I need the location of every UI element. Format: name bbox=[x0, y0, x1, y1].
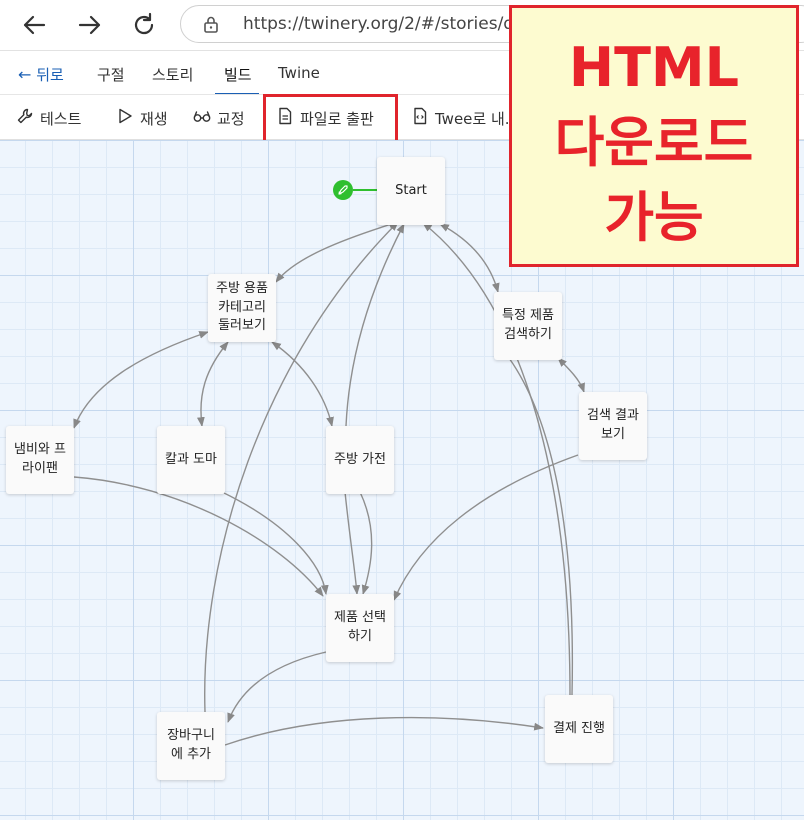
tab-story[interactable]: 스토리 bbox=[152, 64, 193, 85]
passage-title-line: 제품 선택 bbox=[334, 610, 386, 626]
passage-title: 결제 진행 bbox=[553, 720, 605, 736]
lock-icon bbox=[201, 14, 221, 34]
back-label: 뒤로 bbox=[36, 66, 64, 84]
passage-title-line: 둘러보기 bbox=[218, 318, 266, 334]
passage-title-line: 특정 제품 bbox=[502, 308, 554, 324]
back-arrow-icon[interactable] bbox=[18, 9, 50, 41]
annotation-callout: HTML 다운로드 가능 bbox=[509, 5, 799, 267]
reload-icon[interactable] bbox=[128, 9, 160, 41]
passage-title-line: 검색하기 bbox=[504, 327, 552, 342]
proof-button[interactable]: 교정 bbox=[193, 107, 245, 129]
play-button[interactable]: 재생 bbox=[116, 107, 168, 129]
passage-title-line: 주방 용품 bbox=[216, 280, 268, 296]
passage-title-line: 하기 bbox=[348, 629, 372, 644]
tab-passage[interactable]: 구절 bbox=[97, 64, 125, 85]
passage-title-line: 냄비와 프 bbox=[14, 442, 66, 458]
passage-title-line: 보기 bbox=[601, 427, 625, 442]
callout-text: HTML 다운로드 가능 bbox=[554, 36, 754, 249]
forward-arrow-icon[interactable] bbox=[74, 9, 106, 41]
passage-title: Start bbox=[395, 182, 427, 198]
test-button[interactable]: 테스트 bbox=[16, 107, 81, 129]
passage-pots[interactable]: 냄비와 프 라이팬 bbox=[6, 426, 74, 494]
passage-title-line: 에 추가 bbox=[170, 747, 211, 762]
passage-appliances[interactable]: 주방 가전 bbox=[326, 426, 394, 494]
passage-search-product[interactable]: 특정 제품 검색하기 bbox=[494, 292, 562, 360]
proof-label: 교정 bbox=[217, 109, 245, 128]
wrench-icon bbox=[16, 107, 34, 129]
passage-checkout[interactable]: 결제 진행 bbox=[545, 695, 613, 763]
twee-label: Twee로 내... bbox=[435, 109, 520, 128]
tab-build[interactable]: 빌드 bbox=[224, 64, 252, 85]
passage-title-line: 장바구니 bbox=[167, 728, 215, 744]
back-button[interactable]: ← 뒤로 bbox=[18, 64, 64, 85]
start-connector bbox=[353, 189, 377, 191]
passage-title-line: 검색 결과 bbox=[587, 408, 639, 424]
passage-title-line: 라이팬 bbox=[22, 461, 58, 476]
test-label: 테스트 bbox=[40, 109, 82, 128]
rocket-icon[interactable] bbox=[333, 180, 353, 200]
glasses-icon bbox=[193, 107, 211, 129]
passage-select-product[interactable]: 제품 선택 하기 bbox=[326, 594, 394, 662]
tab-twine[interactable]: Twine bbox=[278, 64, 320, 82]
passage-start[interactable]: Start bbox=[377, 157, 445, 225]
passage-search-results[interactable]: 검색 결과 보기 bbox=[579, 392, 647, 460]
export-twee-button[interactable]: Twee로 내... bbox=[411, 107, 519, 129]
play-label: 재생 bbox=[140, 109, 168, 128]
file-code-icon bbox=[411, 107, 429, 129]
url-text: https://twinery.org/2/#/stories/d74 bbox=[243, 14, 536, 34]
left-arrow-icon: ← bbox=[18, 65, 32, 84]
passage-cart[interactable]: 장바구니 에 추가 bbox=[157, 712, 225, 780]
passage-kitchen-browse[interactable]: 주방 용품 카테고리 둘러보기 bbox=[208, 274, 276, 342]
passage-title-line: 카테고리 bbox=[218, 299, 266, 315]
play-icon bbox=[116, 107, 134, 129]
passage-knives[interactable]: 칼과 도마 bbox=[157, 426, 225, 494]
passage-title: 주방 가전 bbox=[334, 451, 386, 467]
passage-title: 칼과 도마 bbox=[165, 451, 217, 467]
